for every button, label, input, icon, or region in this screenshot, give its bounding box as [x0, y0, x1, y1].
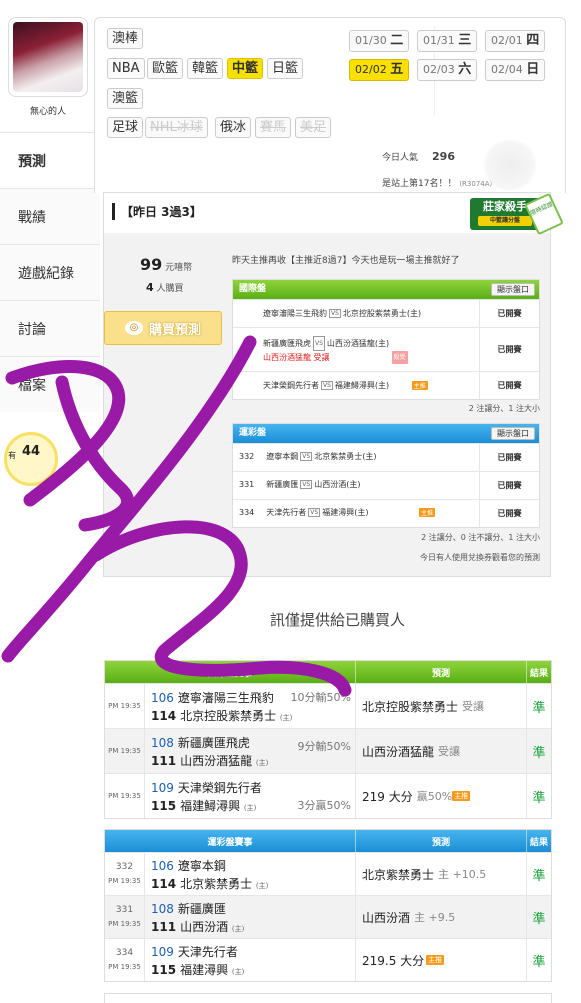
show-odds-button[interactable]: 顯示盤口 [491, 427, 535, 440]
decorative-splash-icon [480, 140, 540, 190]
voucher-note: 今日有人使用兌換券觀看您的預測 [420, 553, 540, 562]
intl-pick-table: 國際盤 顯示盤口 遼寧瀋陽三生飛豹 VS 北京控股紫禁勇士(主) 已開賽 新疆廣匯飛虎 V… [232, 279, 540, 400]
vs-icon: VS [300, 452, 313, 461]
vs-icon: VS [300, 480, 313, 489]
lottery-pick-table: 運彩盤 顯示盤口 332 遼寧本鋼 VS 北京紫禁勇士(主) 已開賽 331 新疆廣匯 VS 山… [232, 423, 540, 528]
date-0130[interactable]: 01/30 二 [349, 30, 410, 52]
pick-status: 已開賽 [479, 472, 539, 499]
username: 無心的人 [29, 107, 66, 117]
intl-pick-row: 新疆廣匯飛虎 VS 山西汾酒猛龍(主) 山西汾酒猛龍 受讓 殺受 已開賽 [233, 327, 539, 371]
intl-pick-row: 遼寧瀋陽三生飛豹 VS 北京控股紫禁勇士(主) 已開賽 [233, 299, 539, 327]
card-body: 99 元嘻幣 4 人購買 ◎ 購買預測 昨天主推再收【主推近8過7】今天也是玩一場… [104, 233, 550, 576]
sidebar-stat-number: 44 [22, 444, 41, 459]
sport-russia-hockey[interactable]: 俄冰 [215, 117, 252, 138]
lottery-summary: 2 注讓分、0 注不讓分、1 注大小 [421, 533, 540, 542]
sport-euro-basketball[interactable]: 歐籃 [147, 58, 184, 79]
table-row: 331 PM 19:35 108 新疆廣匯 111 山西汾酒 (主) 山西汾酒主 +9.… [105, 895, 551, 938]
intl-result-table: 國際盤賽事 預測 結果 PM 19:35 106 遼寧瀋陽三生飛豹 10分輸50% 114… [104, 660, 552, 819]
lottery-pick-row: 332 遼寧本鋼 VS 北京紫禁勇士(主) 已開賽 [233, 443, 539, 471]
lottery-pick-row: 334 天津先行者 VS 福建潯興(主) 主推 已開賽 [233, 499, 539, 527]
date-0201[interactable]: 02/01 四 [485, 30, 546, 52]
nav-discussion[interactable]: 討論 [0, 300, 100, 356]
avatar[interactable] [13, 22, 83, 92]
nav-record[interactable]: 戰績 [0, 188, 100, 244]
pick-status: 已開賽 [479, 372, 539, 399]
date-0131[interactable]: 01/31 三 [417, 30, 478, 52]
sport-american-football: 美足 [295, 117, 332, 138]
main-pick-badge: 主推 [452, 791, 471, 801]
lottery-result-header: 運彩盤賽事 預測 結果 [105, 830, 551, 852]
sport-australian-baseball[interactable]: 澳棒 [107, 28, 144, 49]
main-pick-badge: 主推 [419, 508, 436, 517]
card-title: 【昨日 3過3】 [112, 203, 202, 220]
sport-china-basketball[interactable]: 中籃 [227, 58, 264, 79]
table-row: PM 19:35 109 天津榮鋼先行者 3分贏50% 115 福建鱘潯興 (主) 21… [105, 773, 551, 818]
date-0203[interactable]: 02/03 六 [417, 59, 478, 81]
sport-nba[interactable]: NBA [107, 58, 145, 79]
lottery-pick-row: 331 新疆廣匯 VS 山西汾酒(主) 已開賽 [233, 471, 539, 499]
sport-korea-basketball[interactable]: 韓籃 [187, 58, 224, 79]
sidebar: 無心的人 預測 戰績 遊戲紀錄 討論 檔案 有 44 [0, 0, 104, 1000]
sidebar-stat-prefix: 有 [8, 451, 16, 460]
table-row: 332 PM 19:35 106 遼寧本鋼 114 北京紫禁勇士 (主) 北京紫禁勇士主… [105, 852, 551, 895]
intl-pick-row: 天津榮鋼先行者 VS 福建鱘潯興(主) 主推 已開賽 [233, 371, 539, 399]
intro-text: 昨天主推再收【主推近8過7】今天也是玩一場主推就好了 [232, 256, 460, 266]
vs-icon: VS [308, 508, 321, 517]
show-odds-button[interactable]: 顯示盤口 [491, 283, 535, 296]
nav-profile[interactable]: 檔案 [0, 356, 100, 412]
sport-horse-racing: 賽馬 [255, 117, 292, 138]
tag-badge: 殺受 [391, 351, 408, 364]
sport-soccer[interactable]: 足球 [107, 117, 144, 138]
sport-japan-basketball[interactable]: 日籃 [267, 58, 304, 79]
pick-status: 已開賽 [479, 300, 539, 327]
nav-predict[interactable]: 預測 [0, 132, 104, 188]
popularity: 今日人氣 296 [382, 150, 455, 163]
vs-icon: VS [329, 309, 341, 318]
sport-australian-basketball[interactable]: 澳籃 [107, 88, 144, 109]
purchase-info-text: 訊僅提供給已購買人 [270, 611, 406, 629]
next-section-edge [104, 993, 552, 1003]
buyers-count: 4 人購買 [146, 281, 184, 294]
pick-status: 已開賽 [479, 328, 539, 371]
intl-summary: 2 注讓分、1 注大小 [468, 404, 540, 413]
rank-text: 是站上第17名！！ (R3074A) [382, 179, 493, 189]
prediction-card: 【昨日 3過3】 99 元嘻幣 4 人購買 ◎ 購買預測 昨天主推再收【主推近8過… [103, 192, 551, 577]
coin-icon: ◎ [124, 321, 143, 335]
pick-status: 已開賽 [479, 500, 539, 527]
main-pick-badge: 主推 [411, 381, 428, 390]
date-0204[interactable]: 02/04 日 [485, 59, 546, 81]
buy-prediction-button[interactable]: ◎ 購買預測 [104, 311, 222, 345]
lottery-pick-header: 運彩盤 顯示盤口 [233, 424, 539, 443]
nav-game-history[interactable]: 遊戲紀錄 [0, 244, 100, 300]
intl-result-header: 國際盤賽事 預測 結果 [105, 661, 551, 683]
vs-icon: VS [321, 381, 333, 390]
pick-status: 已開賽 [479, 444, 539, 471]
main-pick-badge: 主推 [426, 955, 445, 965]
sport-nhl-hockey: NHL冰球 [145, 117, 208, 138]
intl-pick-header: 國際盤 顯示盤口 [233, 280, 539, 299]
date-0202[interactable]: 02/02 五 [349, 59, 410, 81]
table-row: PM 19:35 108 新疆廣匯飛虎 9分輸50% 111 山西汾酒猛龍 (主) 山西… [105, 728, 551, 773]
price: 99 元嘻幣 [140, 255, 193, 274]
avatar-frame[interactable] [8, 17, 88, 97]
lottery-result-table: 運彩盤賽事 預測 結果 332 PM 19:35 106 遼寧本鋼 114 北京紫禁勇士 (… [104, 829, 552, 982]
vs-icon: VS [313, 336, 325, 351]
table-row: 334 PM 19:35 109 天津先行者 115 福建潯興 (主) 219.5 大分… [105, 938, 551, 981]
table-row: PM 19:35 106 遼寧瀋陽三生飛豹 10分輸50% 114 北京控股紫禁勇士 (… [105, 683, 551, 728]
